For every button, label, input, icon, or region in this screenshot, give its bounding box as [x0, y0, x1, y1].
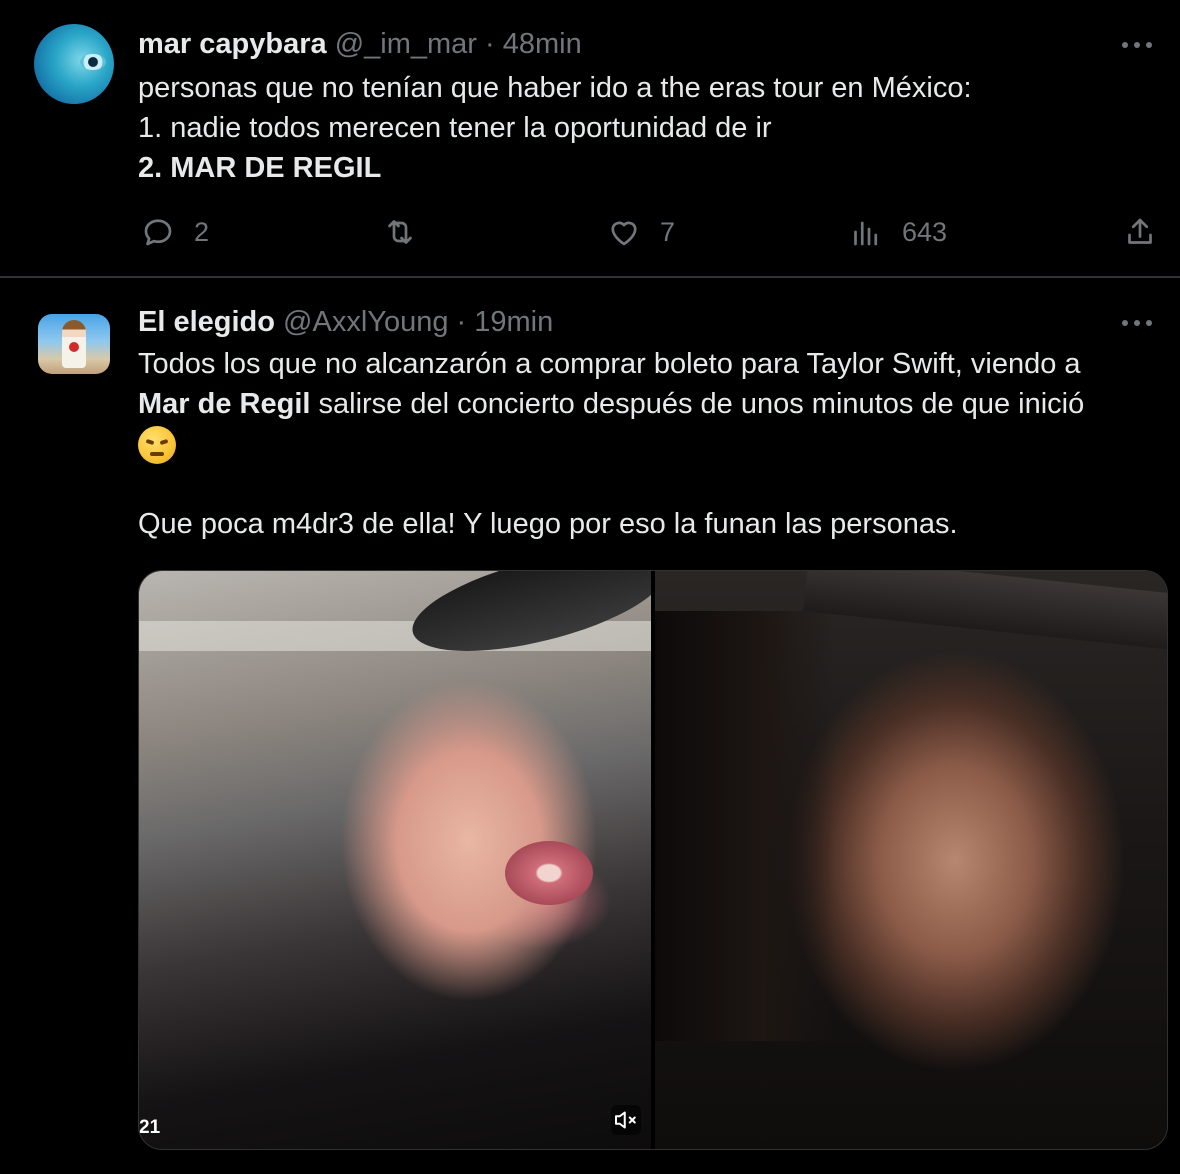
tweet-text-line: 2. MAR DE REGIL — [138, 152, 382, 184]
handle[interactable]: @AxxlYoung — [283, 306, 448, 338]
bold-mention: Mar de Regil — [138, 388, 311, 420]
tweet-text-line: Todos los que no alcanzarón a comprar bo… — [138, 348, 1081, 380]
tweet[interactable]: El elegido @AxxlYoung · 19min Todos los … — [0, 278, 1180, 1174]
retweet-icon — [388, 220, 412, 244]
tweet-header: El elegido @AxxlYoung · 19min — [138, 304, 553, 340]
avatar[interactable] — [34, 24, 114, 104]
reply-icon — [144, 219, 172, 246]
video-timestamp: 21 — [139, 1117, 161, 1138]
timestamp[interactable]: 48min — [503, 28, 582, 60]
share-button[interactable] — [1122, 212, 1158, 252]
avatar-eye — [80, 54, 106, 70]
tweet-text: Todos los que no alcanzarón a comprar bo… — [138, 344, 1158, 544]
retweet-button[interactable] — [382, 212, 436, 252]
reply-count: 2 — [194, 216, 210, 247]
more-horizontal-icon — [1122, 42, 1128, 48]
views-button[interactable]: 643 — [848, 212, 947, 252]
display-name[interactable]: El elegido — [138, 306, 275, 338]
angry-face-emoji — [138, 426, 176, 465]
tweet-text-line: personas que no tenían que haber ido a t… — [138, 72, 972, 104]
views-icon — [854, 221, 878, 246]
photo[interactable] — [655, 571, 1167, 1149]
tweet[interactable]: mar capybara @_im_mar · 48min personas q… — [0, 0, 1180, 276]
handle[interactable]: @_im_mar — [335, 28, 477, 60]
avatar[interactable] — [38, 314, 110, 374]
more-options-button[interactable] — [1120, 40, 1154, 50]
more-horizontal-icon — [1122, 320, 1128, 326]
like-count: 7 — [660, 216, 676, 247]
heart-icon — [611, 221, 637, 246]
dot-separator: · — [456, 306, 467, 338]
tweet-text-line: Que poca m4dr3 de ella! Y luego por eso … — [138, 508, 958, 541]
tweet-text-line: Mar de Regil salirse del concierto despu… — [138, 384, 1158, 424]
tweet-actions: 2 7 643 — [0, 212, 1180, 252]
dot-separator: · — [485, 28, 495, 60]
tweet-text-line — [138, 424, 1158, 465]
reply-button[interactable]: 2 — [140, 212, 209, 252]
video-thumbnail[interactable]: 21 — [139, 571, 675, 1149]
tweet-text-segment: salirse del concierto después de unos mi… — [310, 388, 1085, 420]
avatar-heart — [69, 342, 79, 352]
display-name[interactable]: mar capybara — [138, 28, 327, 60]
mute-button[interactable] — [611, 1105, 641, 1135]
tweet-header: mar capybara @_im_mar · 48min — [138, 26, 582, 62]
tweet-text-line: 1. nadie todos merecen tener la oportuni… — [138, 112, 772, 144]
tweet-text: personas que no tenían que haber ido a t… — [138, 68, 972, 188]
volume-mute-icon — [615, 1111, 636, 1129]
timestamp[interactable]: 19min — [474, 306, 553, 338]
tweet-media[interactable]: 21 — [138, 570, 1168, 1150]
share-icon — [1128, 218, 1152, 244]
like-button[interactable]: 7 — [606, 212, 675, 252]
more-options-button[interactable] — [1120, 318, 1154, 328]
view-count: 643 — [902, 216, 948, 247]
